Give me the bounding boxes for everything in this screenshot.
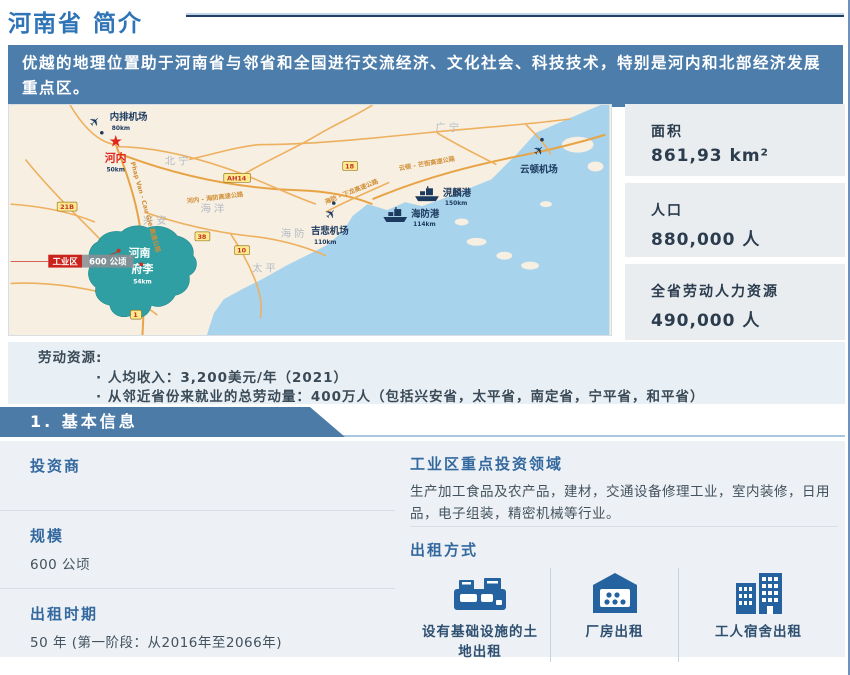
svg-text:北宁: 北宁 [165,154,192,167]
title-rule [186,13,844,18]
investment-fields-block: 工业区重点投资领域 生产加工食品及农产品，建材，交通设备修理工业，室内装修，日用… [410,441,838,527]
investment-fields-body: 生产加工食品及农产品，建材，交通设备修理工业，室内装修，日用品，电子组装，精密机… [410,482,838,525]
svg-text:110km: 110km [314,239,337,246]
svg-text:18: 18 [345,162,354,170]
lease-option-label: 工人宿舍出租 [715,623,802,643]
svg-text:河内: 河内 [105,151,127,165]
basic-info-left-column: 投资商 规模 600 公顷 出租时期 50 年 (第一阶段：从2016年至206… [0,441,395,657]
dormitory-icon [734,572,784,614]
investor-row: 投资商 [0,441,395,511]
svg-text:38: 38 [197,233,206,241]
stat-box-population: 人口 880,000 人 [625,183,845,257]
lease-methods-title: 出租方式 [410,539,838,560]
page-title: 河南省 简介 [8,4,143,38]
province-map: 北宁 兴安 海洋 海防 太平 广宁 Phap Van - Cau Gie 高速公… [8,104,612,336]
svg-text:涀麟港: 涀麟港 [443,187,472,199]
lease-period-value: 50 年 (第一阶段：从2016年至2066年) [30,631,395,651]
lease-option-label: 厂房出租 [586,623,644,643]
svg-text:114km: 114km [413,221,436,228]
scale-label: 规模 [30,525,395,546]
lease-option-label: 设有基础设施的土地出租 [418,623,543,662]
svg-text:80km: 80km [112,125,130,132]
svg-text:工业区: 工业区 [53,257,79,267]
basic-info-right-column: 工业区重点投资领域 生产加工食品及农产品，建材，交通设备修理工业，室内装修，日用… [410,441,838,657]
province-stats: 面积 861,93 km² 人口 880,000 人 全省劳动人力资源 490,… [625,104,845,347]
lease-period-row: 出租时期 50 年 (第一阶段：从2016年至2066年) [0,589,395,657]
svg-text:海防港: 海防港 [411,208,440,220]
labor-item: · 人均收入：3,200美元/年（2021） [8,369,845,389]
scale-value: 600 公顷 [30,553,395,573]
svg-text:150km: 150km [445,200,468,207]
svg-text:54km: 54km [133,278,151,285]
land-icon [451,572,509,614]
svg-text:吉悲机场: 吉悲机场 [311,225,349,237]
page: 河南省 简介 优越的地理位置助于河南省与邻省和全国进行交流经济、文化社会、科技技… [0,0,850,675]
svg-text:海洋: 海洋 [200,202,227,215]
factory-icon [592,572,638,614]
svg-text:10: 10 [237,247,246,255]
map-svg: 北宁 兴安 海洋 海防 太平 广宁 Phap Van - Cau Gie 高速公… [9,105,611,335]
intro-banner: 优越的地理位置助于河南省与邻省和全国进行交流经济、文化社会、科技技术，特别是河内… [8,45,843,107]
svg-text:1: 1 [133,311,138,319]
section-title: 1. 基本信息 [30,412,138,431]
investment-fields-title: 工业区重点投资领域 [410,453,838,474]
basic-info-section: 投资商 规模 600 公顷 出租时期 50 年 (第一阶段：从2016年至206… [0,441,845,657]
investor-label: 投资商 [30,455,395,476]
stat-box-area: 面积 861,93 km² [625,104,845,176]
labor-title: 劳动资源: [8,349,845,369]
lease-option-land: 设有基础设施的土地出租 [410,568,550,662]
labor-item: · 从邻近省份来就业的总劳动量：400万人（包括兴安省，太平省，南定省，宁平省，… [8,388,845,408]
svg-text:600 公顷: 600 公顷 [89,257,127,267]
lease-options-row: 设有基础设施的土地出租 [410,568,838,662]
stat-box-labor-force: 全省劳动人力资源 490,000 人 [625,264,845,340]
svg-text:AH14: AH14 [227,174,247,182]
svg-text:内排机场: 内排机场 [110,111,148,123]
svg-text:50km: 50km [106,166,124,173]
svg-text:海防: 海防 [281,227,308,240]
svg-text:太平: 太平 [252,262,279,275]
svg-text:广宁: 广宁 [435,121,462,134]
lease-option-dormitory: 工人宿舍出租 [678,568,838,662]
star-icon: ★ [109,132,123,151]
lease-period-label: 出租时期 [30,603,395,624]
svg-text:云顿机场: 云顿机场 [520,163,558,175]
scale-row: 规模 600 公顷 [0,511,395,589]
lease-option-factory: 厂房出租 [550,568,678,662]
section-header: 1. 基本信息 [0,407,345,437]
labor-resources-panel: 劳动资源: · 人均收入：3,200美元/年（2021） · 从邻近省份来就业的… [8,342,845,404]
lease-methods-block: 出租方式 [410,527,838,662]
svg-text:21B: 21B [60,203,74,211]
